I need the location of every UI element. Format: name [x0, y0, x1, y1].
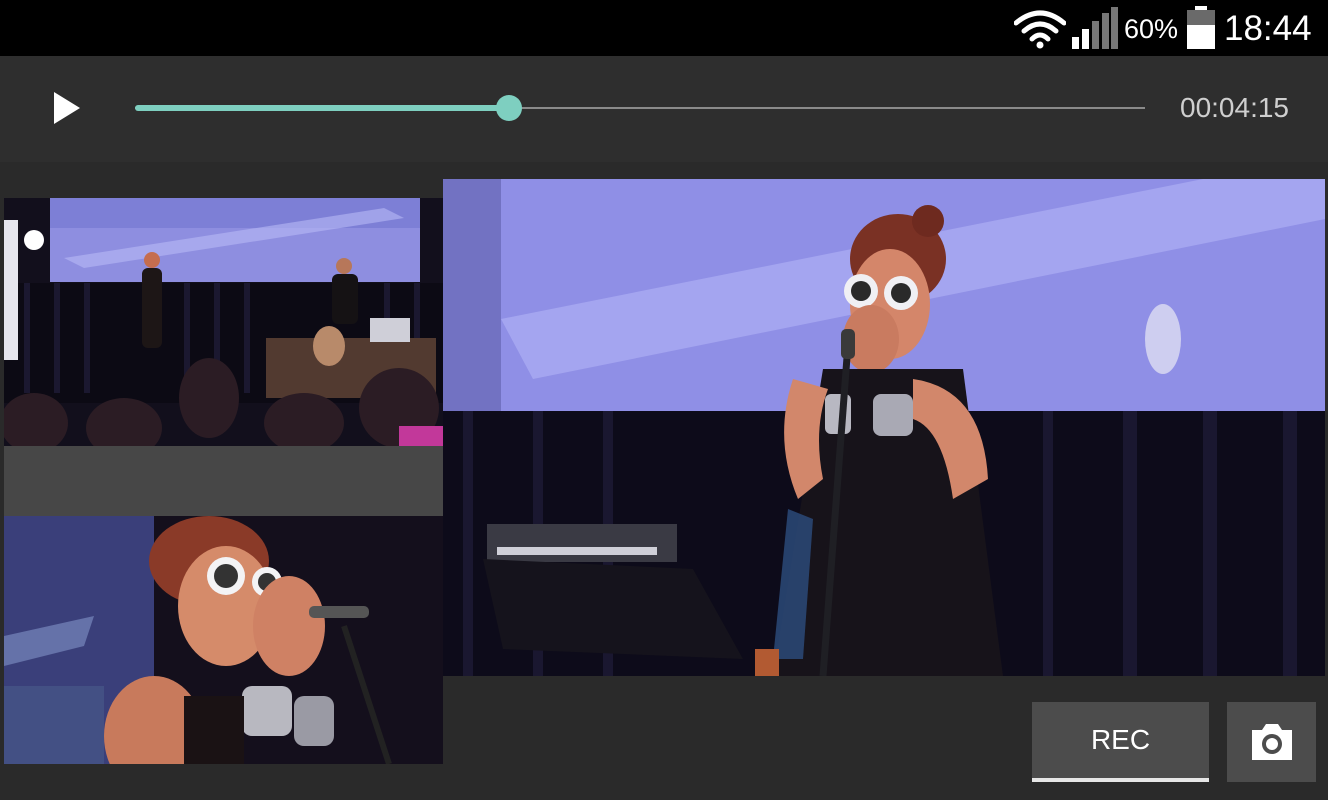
cell-signal-icon [1072, 7, 1118, 49]
main-camera-view[interactable] [443, 179, 1325, 676]
thumbnail-divider [4, 446, 443, 516]
close-up-view[interactable] [4, 516, 443, 764]
battery-icon [1187, 6, 1215, 49]
seek-handle[interactable] [495, 95, 522, 121]
status-bar: 60% 18:44 [0, 0, 1328, 56]
seek-bar[interactable] [135, 95, 1145, 121]
battery-percent: 60% [1124, 14, 1179, 44]
wide-stage-view[interactable] [4, 198, 443, 446]
seek-progress [135, 105, 509, 111]
camera-icon [1251, 724, 1292, 760]
wifi-icon [1014, 10, 1066, 49]
elapsed-time: 00:04:15 [1180, 92, 1289, 123]
camera-grid: REC [0, 162, 1328, 800]
snapshot-button[interactable] [1227, 702, 1316, 782]
status-clock: 18:44 [1224, 9, 1312, 48]
playback-bar: 00:04:15 [0, 56, 1328, 162]
record-button[interactable]: REC [1032, 702, 1209, 782]
play-icon[interactable] [44, 86, 88, 130]
